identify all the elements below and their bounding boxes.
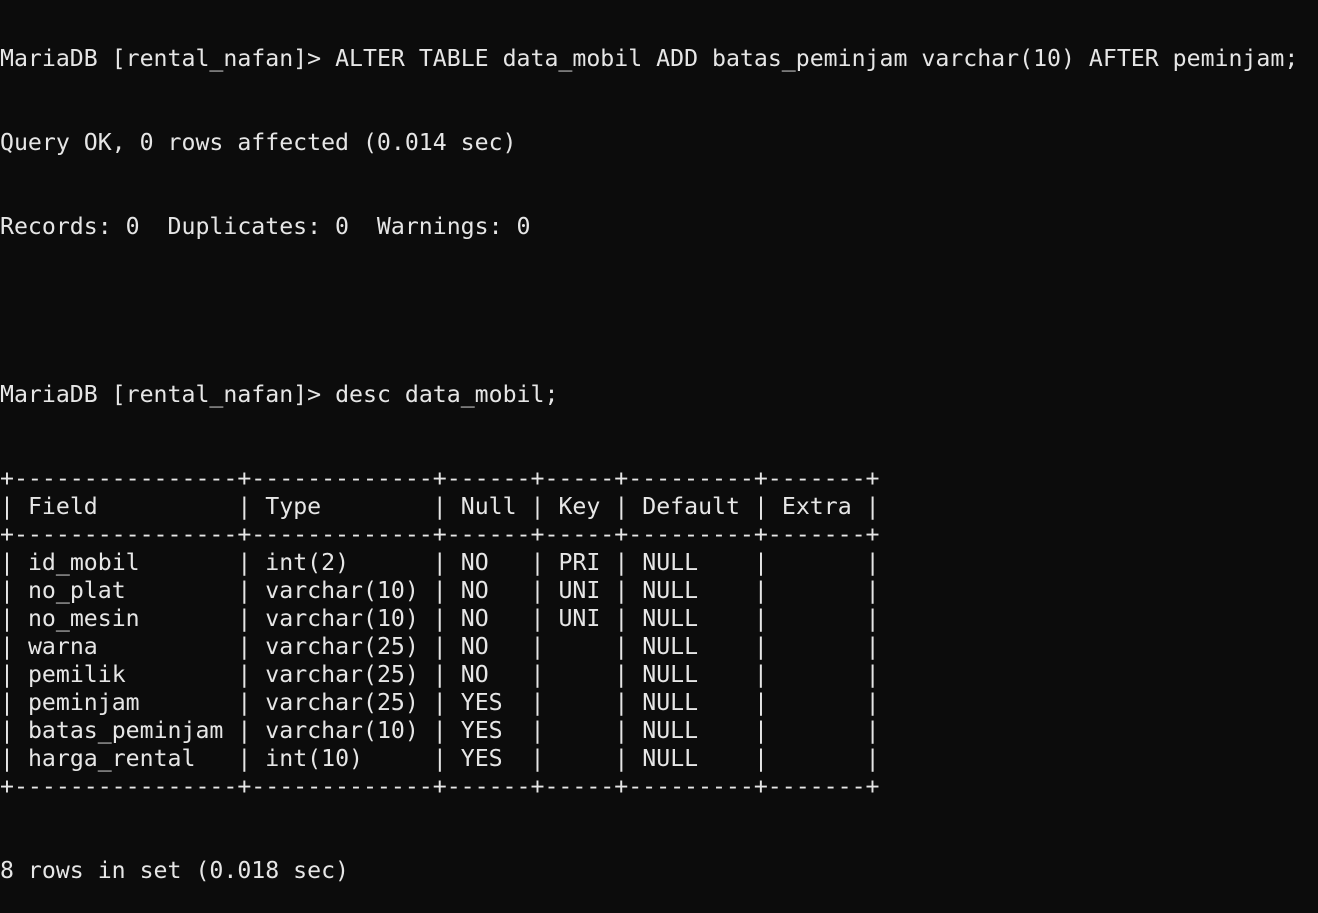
table-border-top: +----------------+-------------+------+-… [0,465,880,492]
table-row: | no_mesin | varchar(10) | NO | UNI | NU… [0,605,880,632]
table-cell: YES [460,717,503,744]
table-border-header: +----------------+-------------+------+-… [0,521,880,548]
alter-command: ALTER TABLE data_mobil ADD batas_peminja… [335,45,1299,72]
table-row: | pemilik | varchar(25) | NO | | NULL | … [0,661,880,688]
table-cell: UNI [558,605,601,632]
table-cell: NULL [642,689,699,716]
table-cell: NO [460,661,489,688]
table-cell: varchar(10) [265,605,419,632]
table-cell: varchar(10) [265,577,419,604]
table-cell: YES [460,745,503,772]
table-cell: varchar(25) [265,661,419,688]
alter-records-line: Records: 0 Duplicates: 0 Warnings: 0 [0,213,531,240]
table-cell: no_mesin [27,605,140,632]
table-cell: NULL [642,661,699,688]
desc-command-line: MariaDB [rental_nafan]> desc data_mobil; [0,381,1318,409]
table-row: | peminjam | varchar(25) | YES | | NULL … [0,689,880,716]
table-cell: NO [460,633,489,660]
column-header: Type [265,493,322,520]
table-cell: NULL [642,633,699,660]
alter-command-line: MariaDB [rental_nafan]> ALTER TABLE data… [0,45,1318,73]
table-row: | harga_rental | int(10) | YES | | NULL … [0,745,880,772]
table-cell: varchar(10) [265,717,419,744]
table-cell: NULL [642,549,699,576]
table-cell: no_plat [27,577,126,604]
desc-result-line: 8 rows in set (0.018 sec) [0,857,350,884]
desc-result-table: +----------------+-------------+------+-… [0,465,1318,801]
desc-command: desc data_mobil; [335,381,559,408]
table-cell: NULL [642,745,699,772]
table-cell: PRI [558,549,601,576]
table-border-bottom: +----------------+-------------+------+-… [0,773,880,800]
table-cell: id_mobil [27,549,140,576]
table-cell: NULL [642,605,699,632]
column-header: Key [558,493,601,520]
terminal-output[interactable]: MariaDB [rental_nafan]> ALTER TABLE data… [0,0,1318,913]
table-cell: UNI [558,577,601,604]
column-header: Default [642,493,740,520]
table-cell: varchar(25) [265,689,419,716]
table-cell: NULL [642,577,699,604]
column-header: Null [460,493,517,520]
column-header: Field [27,493,98,520]
table-row: | batas_peminjam | varchar(10) | YES | |… [0,717,880,744]
table-cell: peminjam [27,689,140,716]
table-row: | no_plat | varchar(10) | NO | UNI | NUL… [0,577,880,604]
table-cell: warna [27,633,98,660]
table-cell: int(10) [265,745,364,772]
table-cell: NO [460,577,489,604]
table-cell: YES [460,689,503,716]
table-cell: batas_peminjam [27,717,224,744]
table-cell: harga_rental [27,745,196,772]
table-cell: pemilik [27,661,126,688]
table-row: | id_mobil | int(2) | NO | PRI | NULL | … [0,549,880,576]
column-header: Extra [781,493,852,520]
table-cell: int(2) [265,549,350,576]
table-cell: NO [460,605,489,632]
table-cell: varchar(25) [265,633,419,660]
prompt: MariaDB [rental_nafan]> [0,381,322,408]
prompt: MariaDB [rental_nafan]> [0,45,322,72]
table-cell: NO [460,549,489,576]
alter-result-line: Query OK, 0 rows affected (0.014 sec) [0,129,517,156]
table-row: | warna | varchar(25) | NO | | NULL | | [0,633,880,660]
table-cell: NULL [642,717,699,744]
